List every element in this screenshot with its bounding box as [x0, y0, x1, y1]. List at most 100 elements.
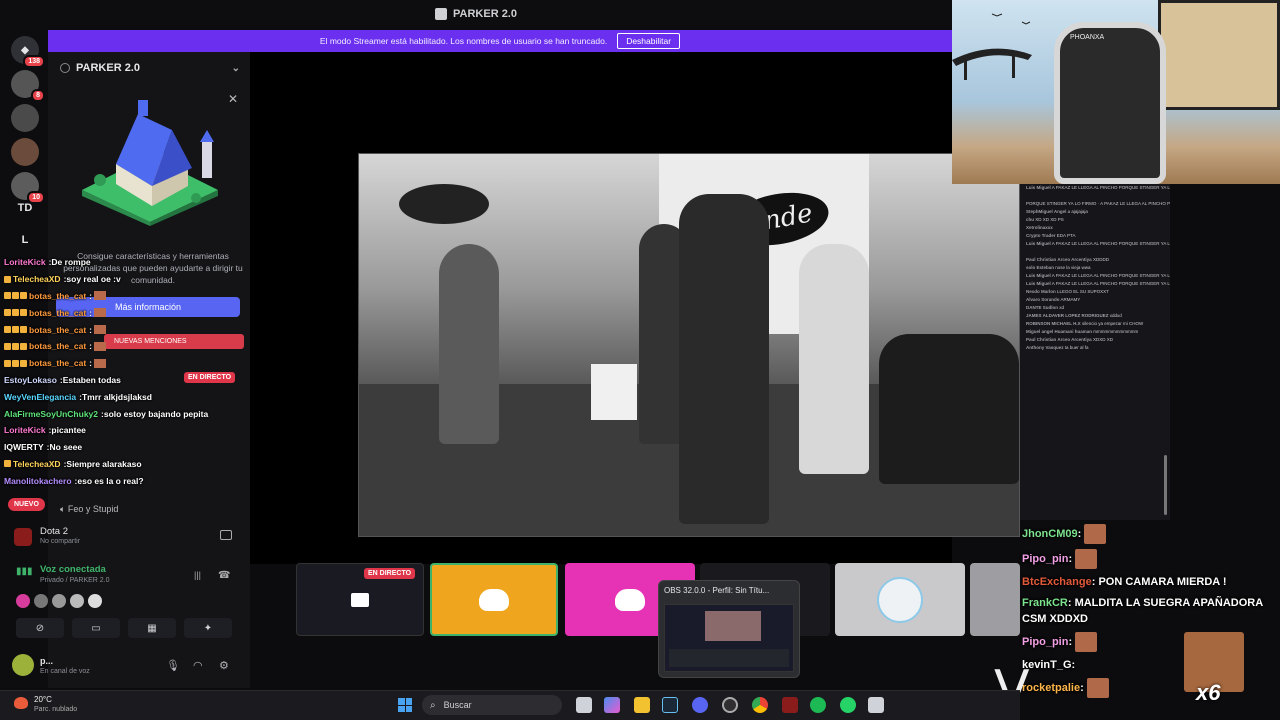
live-badge: EN DIRECTO: [364, 568, 416, 579]
chat-username[interactable]: Alvaro Sorando: [1026, 297, 1060, 302]
chat-username[interactable]: Anthony Vasquez: [1026, 345, 1064, 350]
chat-username[interactable]: Xetrolinaxxx: [1026, 225, 1053, 230]
emote: [1075, 549, 1098, 569]
chat-username[interactable]: WeyVenElegancia: [4, 392, 76, 402]
person: [439, 244, 499, 444]
disconnect-icon[interactable]: ☎: [218, 570, 230, 581]
gear-icon[interactable]: ⚙: [219, 659, 229, 672]
chat-username[interactable]: botas_the_cat: [29, 325, 86, 335]
chat-username[interactable]: EstoyLokaso: [4, 375, 57, 385]
chat-message: TelecheaXD: Siempre alarakaso: [4, 456, 250, 473]
chat-username[interactable]: JhonCM09: [1022, 528, 1078, 540]
avatar[interactable]: [34, 594, 48, 608]
spotify-icon[interactable]: [810, 697, 826, 713]
chat-message: Pipo_pin:: [1022, 547, 1278, 572]
person: [799, 244, 869, 474]
chat-username[interactable]: botas_the_cat: [29, 308, 86, 318]
avatar[interactable]: [88, 594, 102, 608]
chat-message: LoriteKick: picantee: [4, 422, 250, 439]
server-td[interactable]: TD: [11, 194, 39, 222]
calculator-icon[interactable]: [868, 697, 884, 713]
chat-username[interactable]: LoriteKick: [4, 425, 46, 435]
chat-username[interactable]: Manolitokachero: [4, 476, 72, 486]
copilot-icon[interactable]: [604, 697, 620, 713]
chat-text: A PAKAZ LE LLEGA AL PINCHO PORQUE STINGE…: [1051, 241, 1170, 246]
chat-username[interactable]: Crypto Trader: [1026, 233, 1056, 238]
chat-username[interactable]: LoriteKick: [4, 257, 46, 267]
chat-username[interactable]: Luis Miguel: [1026, 281, 1051, 286]
taskbar-search[interactable]: ⌕ Buscar: [422, 695, 562, 715]
weather-temperature[interactable]: 20°C: [34, 695, 52, 704]
chat-username[interactable]: Paul Christian Arceo Arcentiya: [1026, 257, 1092, 262]
chat-username[interactable]: IQWERTY: [4, 442, 44, 452]
chat-text: Estaben todas: [62, 374, 121, 385]
chat-username[interactable]: rocketpalie: [1022, 682, 1080, 694]
chat-username[interactable]: TelecheaXD: [13, 274, 61, 284]
discord-icon[interactable]: [692, 697, 708, 713]
server-icon[interactable]: [11, 138, 39, 166]
chat-username[interactable]: StephMiguel Angel a: [1026, 209, 1070, 214]
chat-username[interactable]: botas_the_cat: [29, 358, 86, 368]
voice-status: Voz conectada: [40, 564, 106, 575]
chat-scrollbar[interactable]: [1164, 455, 1167, 515]
chat-message: Xetrolinaxxx: [1020, 224, 1170, 232]
server-icon[interactable]: 8: [11, 70, 45, 102]
chat-username[interactable]: Miguel angel Huamani huaman: [1026, 329, 1092, 334]
obs-icon[interactable]: [722, 697, 738, 713]
chat-username[interactable]: AlaFirmeSoyUnChuky2: [4, 409, 98, 419]
chat-username[interactable]: Pipo_pin: [1022, 553, 1068, 565]
headphones-icon[interactable]: ◠: [193, 659, 203, 672]
chat-username[interactable]: Nexdo Marlon: [1026, 289, 1056, 294]
avatar[interactable]: [12, 654, 34, 676]
server-l[interactable]: L: [11, 226, 39, 254]
chat-username[interactable]: BtcExchange: [1022, 576, 1092, 588]
dota-icon[interactable]: [782, 697, 798, 713]
direct-messages-icon[interactable]: ◆ 138: [11, 36, 45, 68]
chat-username[interactable]: solo Esteban: [1026, 265, 1054, 270]
chat-username[interactable]: FrankCR: [1022, 597, 1068, 609]
camera-off-button[interactable]: ⊘: [16, 618, 64, 638]
chat-text: picantee: [51, 425, 86, 436]
screen-share-button[interactable]: ▭: [72, 618, 120, 638]
screen-share-icon[interactable]: [220, 530, 232, 540]
chat-username[interactable]: Luis Miguel: [1026, 241, 1051, 246]
avatar[interactable]: [16, 594, 30, 608]
chat-text: soy real oe :v: [66, 274, 121, 285]
chat-username[interactable]: Luis Miguel: [1026, 185, 1051, 190]
activities-button[interactable]: ▦: [128, 618, 176, 638]
chat-username[interactable]: chu: [1026, 217, 1034, 222]
soundboard-button[interactable]: ✦: [184, 618, 232, 638]
disable-streamer-button[interactable]: Deshabilitar: [617, 33, 681, 49]
chat-username[interactable]: JAMES ALDAVER LOPEZ RODRIGUEZ: [1026, 313, 1109, 318]
steam-icon[interactable]: [662, 697, 678, 713]
microphone-icon[interactable]: 🎙︎: [166, 659, 180, 672]
server-header[interactable]: PARKER 2.0 ⌄: [60, 60, 240, 76]
chat-username[interactable]: Pipo_pin: [1022, 636, 1068, 648]
weather-description[interactable]: Parc. nublado: [34, 706, 77, 713]
chat-username[interactable]: DANTE Sudlon: [1026, 305, 1058, 310]
task-view-icon[interactable]: [576, 697, 592, 713]
chat-username[interactable]: botas_the_cat: [29, 341, 86, 351]
participant-tile[interactable]: [970, 563, 1020, 636]
weather-icon[interactable]: [14, 697, 28, 709]
whatsapp-icon[interactable]: [840, 697, 856, 713]
avatar[interactable]: [52, 594, 66, 608]
noise-suppression-icon[interactable]: |||: [194, 570, 201, 580]
obs-preview-thumbnail[interactable]: [664, 604, 794, 672]
chat-username[interactable]: TelecheaXD: [13, 459, 61, 469]
participant-tile[interactable]: [835, 563, 965, 636]
chat-username[interactable]: Luis Miguel: [1026, 273, 1051, 278]
stream-video[interactable]: Ande: [358, 153, 1020, 537]
voice-channel-path[interactable]: Privado / PARKER 2.0: [40, 577, 110, 584]
chat-username[interactable]: botas_the_cat: [29, 291, 86, 301]
close-icon[interactable]: ✕: [228, 92, 238, 106]
chat-username[interactable]: Paul Christian Arceo Arcentiya: [1026, 337, 1092, 342]
avatar[interactable]: [70, 594, 84, 608]
chrome-icon[interactable]: [752, 697, 768, 713]
chat-username[interactable]: ROBINSON MICHAEL H.X: [1026, 321, 1081, 326]
server-icon[interactable]: [11, 104, 39, 132]
file-explorer-icon[interactable]: [634, 697, 650, 713]
voice-channel-label[interactable]: 🔈︎ Feo y Stupid: [60, 504, 118, 515]
windows-start-icon[interactable]: [398, 698, 412, 712]
participant-tile[interactable]: [430, 563, 558, 636]
